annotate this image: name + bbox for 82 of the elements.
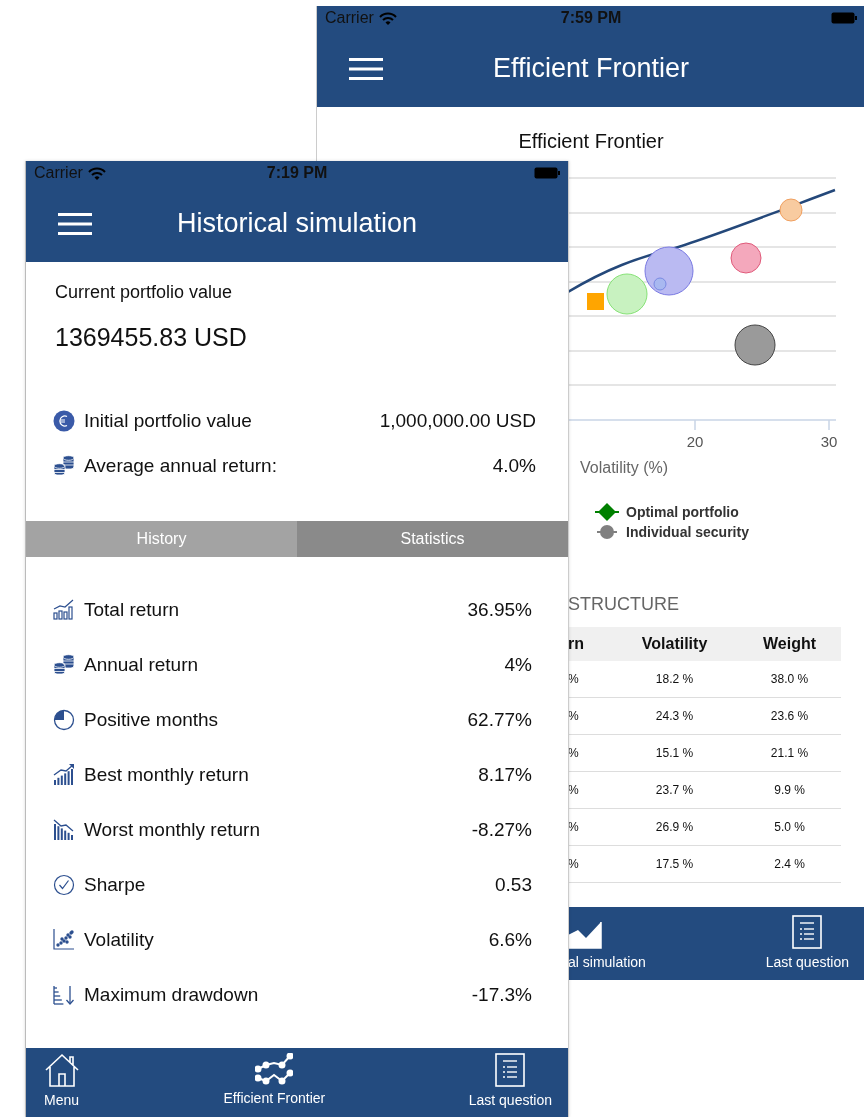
wifi-icon xyxy=(378,11,397,25)
coins-icon xyxy=(53,653,75,674)
statistic-label: Sharpe xyxy=(84,873,146,896)
status-time: 7:19 PM xyxy=(266,164,328,182)
legend-label: Optimal portfolio xyxy=(626,504,739,520)
euro-coin-icon xyxy=(53,410,75,431)
tab-bar-item[interactable]: Last question xyxy=(468,1092,552,1108)
table-cell: 9.9 % xyxy=(738,771,841,809)
statistic-label: Maximum drawdown xyxy=(84,983,259,1006)
wifi-icon xyxy=(87,166,106,180)
statistic-label: Best monthly return xyxy=(84,763,249,786)
statistic-value: 62.77% xyxy=(467,708,532,731)
table-cell: 38.0 % xyxy=(738,661,841,698)
column-header: Weight xyxy=(738,627,841,661)
list-document-icon xyxy=(495,1053,526,1087)
statistic-label: Volatility xyxy=(84,928,154,951)
table-cell: 21.1 % xyxy=(738,734,841,772)
legend-label: Individual security xyxy=(626,524,749,540)
coins-icon xyxy=(53,454,75,475)
nav-title: Efficient Frontier xyxy=(492,53,690,84)
tab-bar-item[interactable]: Last question xyxy=(765,954,849,970)
drawdown-icon xyxy=(53,984,75,1005)
menu-icon[interactable] xyxy=(349,57,383,80)
scatter-plot-icon xyxy=(53,927,75,950)
list-document-icon xyxy=(792,915,823,949)
statistic-value: -17.3% xyxy=(471,983,532,1006)
statistic-label: Worst monthly return xyxy=(84,818,260,841)
check-circle-icon xyxy=(53,874,75,895)
axis-tick xyxy=(694,419,696,431)
home-icon xyxy=(44,1053,80,1087)
summary-value: 4.0% xyxy=(492,454,536,477)
table-cell: 5.0 % xyxy=(738,808,841,846)
tab-bar-item[interactable]: Menu xyxy=(44,1092,80,1108)
statistic-label: Positive months xyxy=(84,708,219,731)
bubble xyxy=(779,198,803,222)
bar-chart-icon xyxy=(53,598,74,620)
rising-bars-icon xyxy=(53,763,74,785)
statistic-value: 36.95% xyxy=(467,598,532,621)
bubble xyxy=(730,242,762,274)
portfolio-value: 1369455.83 USD xyxy=(55,322,248,352)
carrier-label: Carrier xyxy=(325,9,374,27)
table-cell: 23.7 % xyxy=(611,771,739,809)
carrier-label: Carrier xyxy=(34,164,83,182)
falling-bars-icon xyxy=(53,818,74,840)
statistic-value: 0.53 xyxy=(495,873,532,896)
battery-icon xyxy=(534,167,560,179)
statistic-value: -8.27% xyxy=(471,818,532,841)
table-cell: 2.4 % xyxy=(738,845,841,883)
table-cell: 26.9 % xyxy=(611,808,739,846)
bubble xyxy=(606,273,648,315)
status-time: 7:59 PM xyxy=(560,9,622,27)
line-chart-icon xyxy=(255,1053,294,1085)
statistic-value: 4% xyxy=(504,653,532,676)
summary-label: Average annual return: xyxy=(84,454,277,477)
section-heading: STRUCTURE xyxy=(568,594,680,614)
statistic-value: 8.17% xyxy=(478,763,532,786)
summary-label: Initial portfolio value xyxy=(84,409,252,432)
statistic-value: 6.6% xyxy=(488,928,532,951)
statistic-label: Total return xyxy=(84,598,180,621)
axis-tick-label: 20 xyxy=(686,433,704,450)
tab-bar-item[interactable]: al simulation xyxy=(568,954,646,970)
summary-value: 1,000,000.00 USD xyxy=(379,409,536,432)
table-cell: 17.5 % xyxy=(611,845,739,883)
nav-title: Historical simulation xyxy=(176,208,418,239)
battery-icon xyxy=(831,12,857,24)
tab-bar-item[interactable]: Efficient Frontier xyxy=(223,1090,326,1106)
square-marker xyxy=(587,293,604,310)
statistic-label: Annual return xyxy=(84,653,199,676)
axis-tick xyxy=(828,419,830,431)
table-cell: 24.3 % xyxy=(611,697,739,735)
table-cell: 18.2 % xyxy=(611,661,739,698)
table-cell: 23.6 % xyxy=(738,697,841,735)
pie-chart-icon xyxy=(53,709,75,730)
bubble xyxy=(734,324,776,366)
axis-tick-label: 30 xyxy=(820,433,838,450)
menu-icon[interactable] xyxy=(58,212,92,235)
column-header: Volatility xyxy=(611,627,739,661)
axis-label: Volatility (%) xyxy=(580,459,669,476)
column-header: rn xyxy=(568,627,611,661)
portfolio-label: Current portfolio value xyxy=(55,281,234,304)
chart-title: Efficient Frontier xyxy=(518,129,664,153)
table-cell: 15.1 % xyxy=(611,734,739,772)
